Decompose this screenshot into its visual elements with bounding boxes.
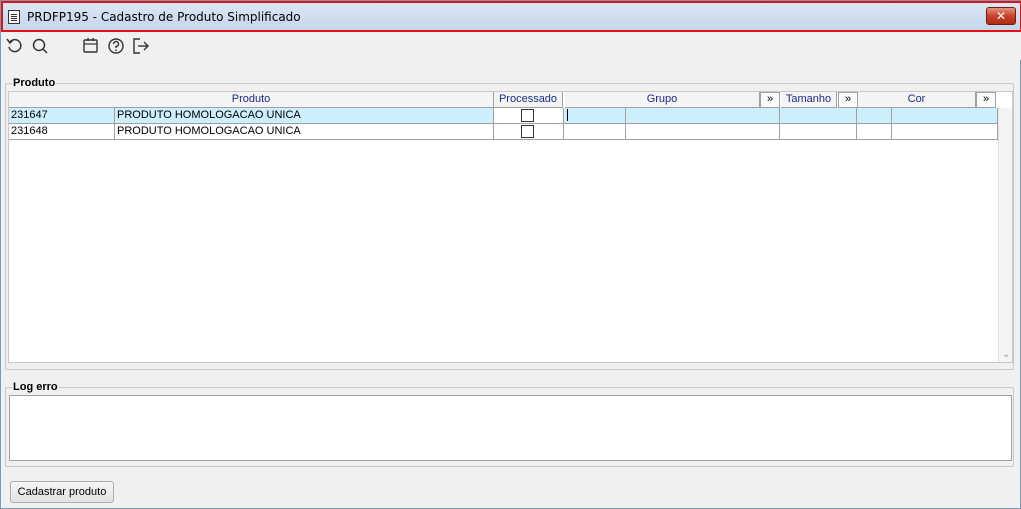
cell-cor-desc[interactable] [892,124,998,140]
help-icon[interactable] [106,36,126,56]
cell-tamanho[interactable] [780,108,857,124]
cell-grupo-desc[interactable] [626,124,780,140]
expand-grupo-button[interactable]: » [760,92,780,108]
search-icon[interactable] [30,36,50,56]
col-header-processado[interactable]: Processado [494,92,563,108]
log-erro-textarea[interactable] [9,395,1012,461]
main-window: PRDFP195 - Cadastro de Produto Simplific… [0,0,1021,509]
toolbar [1,32,1021,60]
cell-tamanho[interactable] [780,124,857,140]
cell-code: 231647 [9,108,115,124]
refresh-icon[interactable] [5,36,25,56]
col-header-produto[interactable]: Produto [9,92,494,108]
calendar-icon[interactable] [81,36,101,56]
produto-grid: Produto Processado Grupo » Tamanho » Cor… [8,91,1013,363]
cell-code: 231648 [9,124,115,140]
cell-cor-code[interactable] [857,108,892,124]
cell-name: PRODUTO HOMOLOGACAO UNICA [115,124,494,140]
log-erro-group-label: Log erro [12,381,59,393]
cell-processado [494,108,563,124]
cadastrar-produto-button[interactable]: Cadastrar produto [10,481,114,503]
processado-checkbox[interactable] [521,109,534,122]
produto-group-label: Produto [12,77,57,89]
cell-grupo-code[interactable] [563,108,626,124]
exit-icon[interactable] [131,36,151,56]
col-header-grupo[interactable]: Grupo [565,92,760,108]
title-bar: PRDFP195 - Cadastro de Produto Simplific… [1,1,1021,32]
table-row[interactable]: 231648 PRODUTO HOMOLOGACAO UNICA [9,124,998,140]
expand-cor-button[interactable]: » [976,92,996,108]
expand-tamanho-button[interactable]: » [838,92,858,108]
scroll-down-icon[interactable]: ⌄ [1002,349,1010,360]
cell-processado [494,124,563,140]
cell-name: PRODUTO HOMOLOGACAO UNICA [115,108,494,124]
cell-cor-desc[interactable] [892,108,998,124]
close-button[interactable]: ✕ [986,7,1016,25]
table-row[interactable]: 231647 PRODUTO HOMOLOGACAO UNICA [9,108,998,124]
cell-cor-code[interactable] [857,124,892,140]
col-header-tamanho[interactable]: Tamanho [781,92,837,108]
vertical-scrollbar[interactable]: ⌄ [998,108,1012,362]
document-icon [8,10,20,24]
cell-grupo-desc[interactable] [626,108,780,124]
window-title: PRDFP195 - Cadastro de Produto Simplific… [27,10,301,24]
col-header-cor[interactable]: Cor [858,92,976,108]
processado-checkbox[interactable] [521,125,534,138]
cell-grupo-code[interactable] [563,124,626,140]
